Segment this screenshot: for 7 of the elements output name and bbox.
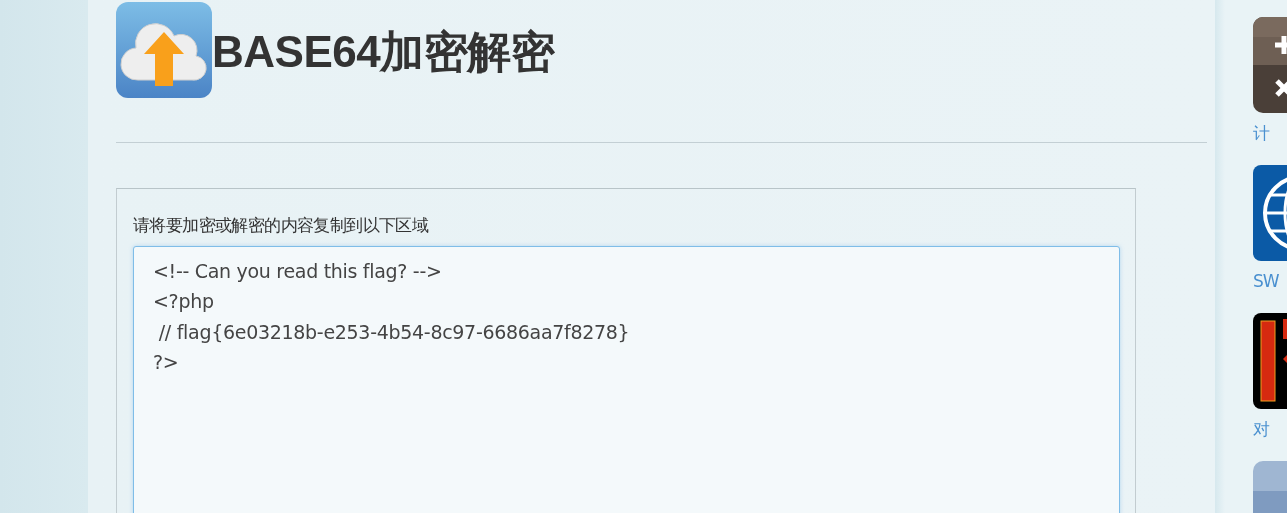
tool-link[interactable]: SW (1253, 267, 1279, 295)
tool-link[interactable]: 对 (1253, 415, 1269, 443)
page-title: BASE64加密解密 (212, 25, 555, 78)
cloud-upload-icon (116, 2, 212, 98)
tool-link[interactable]: 计 (1253, 119, 1269, 147)
input-field[interactable]: <!-- Can you read this flag? --> <?php // flag{6e03218b-e253-4b54-8c97-6686aa7f8278} ?> (133, 245, 1120, 513)
field-label: 请将要加密或解密的内容复制到以下区域 (133, 214, 430, 237)
